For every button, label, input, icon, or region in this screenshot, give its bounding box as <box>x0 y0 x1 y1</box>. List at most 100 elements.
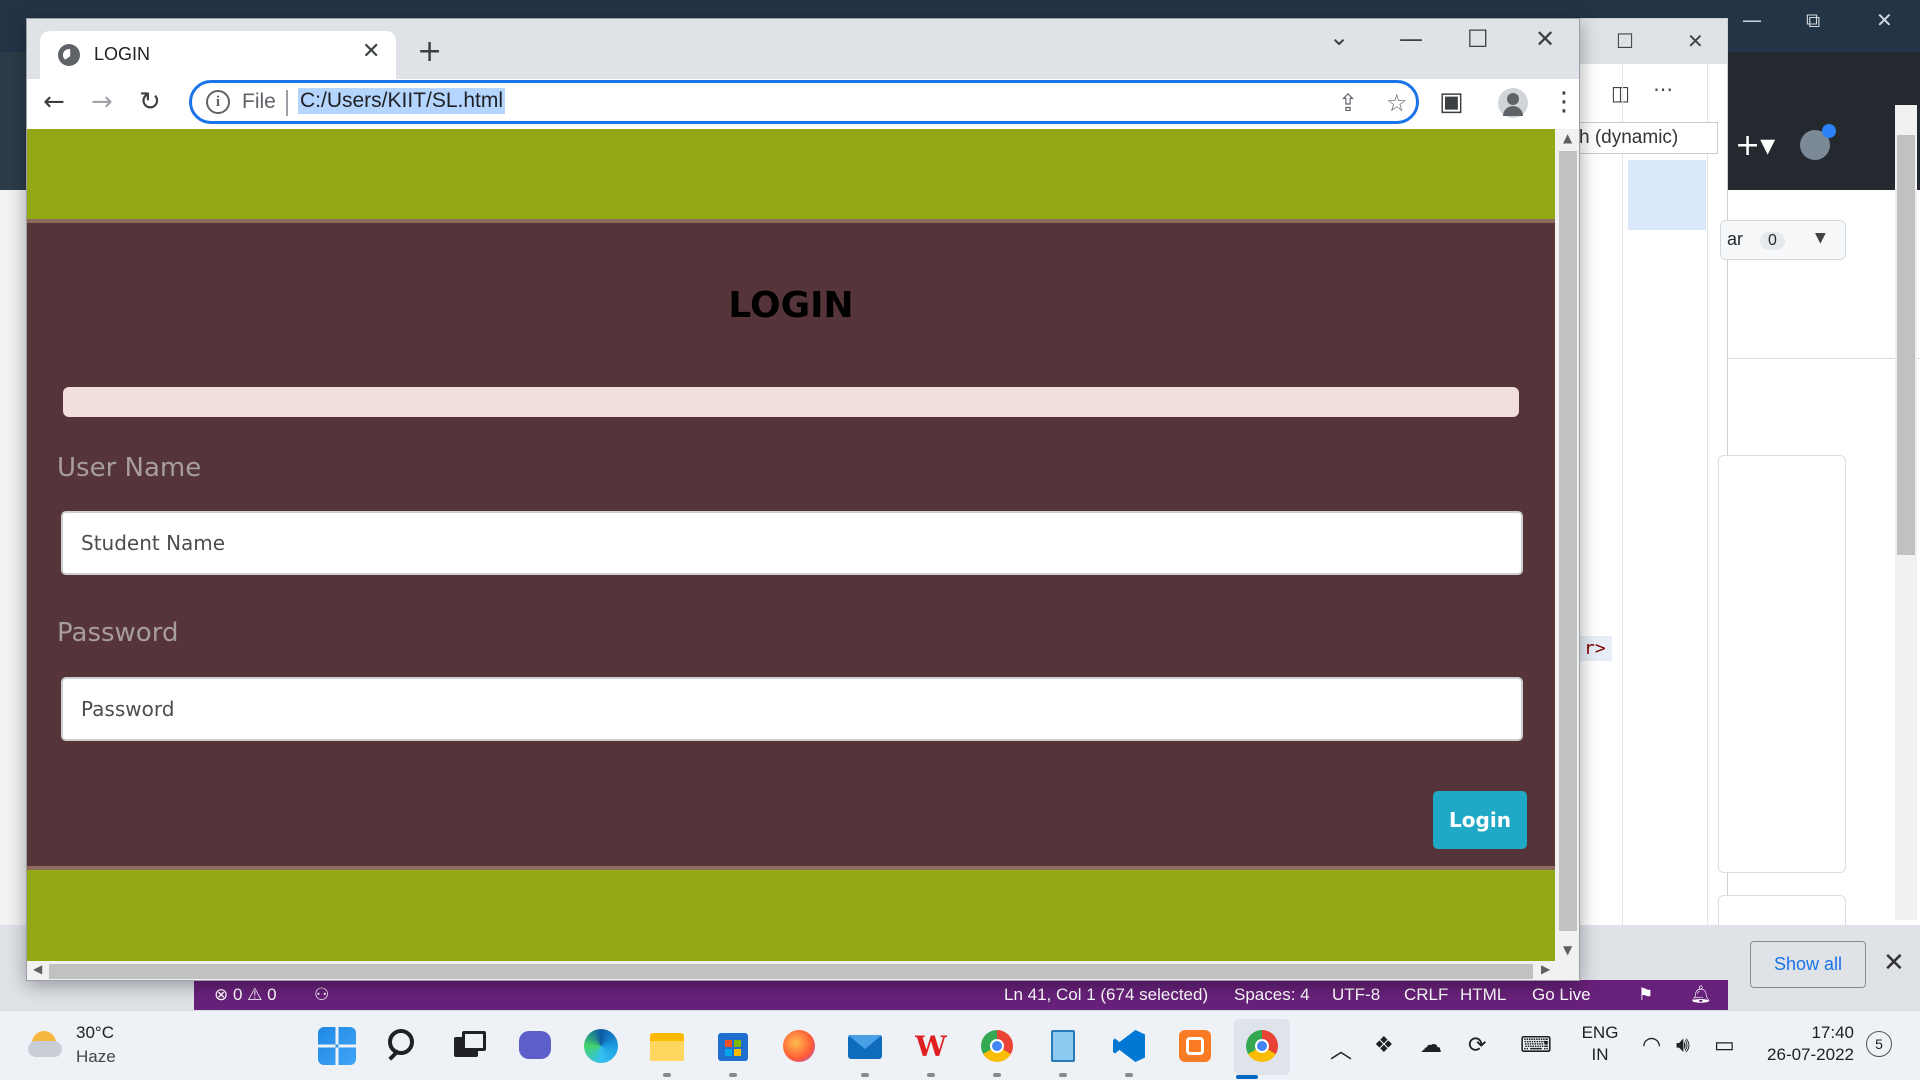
tab-title: LOGIN <box>94 44 151 64</box>
scroll-down-icon[interactable]: ▼ <box>1563 943 1572 957</box>
vscode-icon[interactable] <box>1110 1027 1148 1065</box>
minimize-icon[interactable]: — <box>1399 25 1423 53</box>
create-new-icon[interactable]: +▾ <box>1735 128 1775 163</box>
scroll-left-icon[interactable]: ◀ <box>33 962 42 976</box>
close-icon[interactable]: ✕ <box>1883 948 1905 978</box>
vscode-status-bar: ⊗ 0 ⚠ 0 ⚇ Ln 41, Col 1 (674 selected) Sp… <box>194 980 1728 1010</box>
wifi-icon[interactable]: ◠ <box>1642 1033 1661 1058</box>
keyboard-icon[interactable]: ⌨ <box>1520 1033 1552 1058</box>
feedback-icon[interactable]: ⚑ <box>1638 985 1653 1005</box>
running-indicator <box>729 1073 737 1077</box>
star-label: ar <box>1727 229 1744 249</box>
task-view-icon[interactable] <box>450 1027 488 1065</box>
message-bar <box>63 387 1519 417</box>
share-icon[interactable]: ⇪ <box>1338 89 1358 117</box>
close-icon[interactable]: ✕ <box>1876 8 1893 32</box>
scroll-up-icon[interactable]: ▲ <box>1563 131 1572 145</box>
cursor-position[interactable]: Ln 41, Col 1 (674 selected) <box>1004 985 1208 1005</box>
sync-icon[interactable]: ⟳ <box>1468 1033 1486 1058</box>
scrollbar-thumb[interactable] <box>49 964 1533 979</box>
background-window-edge <box>0 52 26 190</box>
firefox-icon[interactable] <box>780 1027 818 1065</box>
content-card <box>1718 455 1846 873</box>
running-indicator <box>1059 1073 1067 1077</box>
weather-temperature[interactable]: 30°C <box>76 1023 114 1043</box>
broadcast-icon[interactable]: ⚇ <box>314 985 329 1005</box>
active-indicator <box>1236 1075 1258 1079</box>
close-icon[interactable]: ✕ <box>1687 29 1704 53</box>
close-window-icon[interactable]: ✕ <box>1535 25 1555 53</box>
language-mode[interactable]: HTML <box>1460 985 1506 1005</box>
restore-icon[interactable]: ⧉ <box>1806 8 1820 32</box>
notification-badge[interactable]: 5 <box>1866 1031 1892 1057</box>
chevron-up-icon[interactable]: ︿ <box>1330 1033 1352 1065</box>
clock-time[interactable]: 17:40 <box>1764 1023 1854 1043</box>
new-tab-button[interactable]: + <box>417 37 442 67</box>
sidepanel-icon[interactable]: ▣ <box>1439 87 1464 117</box>
bell-icon[interactable]: 🔔︎ <box>1690 985 1712 1005</box>
maximize-icon[interactable]: ☐ <box>1616 29 1634 53</box>
star-button[interactable]: ar 0 <box>1720 220 1846 260</box>
windows-start-icon[interactable] <box>318 1027 356 1065</box>
page-title: LOGIN <box>728 285 854 326</box>
dropbox-icon[interactable]: ❖ <box>1374 1033 1394 1058</box>
weather-condition[interactable]: Haze <box>76 1047 116 1067</box>
maximize-icon[interactable]: ☐ <box>1467 25 1489 53</box>
edge-icon[interactable] <box>582 1027 620 1065</box>
code-fragment: r> <box>1578 636 1612 661</box>
divider <box>1728 358 1920 359</box>
username-input[interactable] <box>61 511 1523 575</box>
forward-icon[interactable]: → <box>91 87 113 117</box>
show-all-button[interactable]: Show all <box>1750 941 1866 988</box>
battery-icon[interactable]: ▭ <box>1714 1033 1735 1058</box>
url-text[interactable]: C:/Users/KIIT/SL.html <box>298 88 506 114</box>
indentation[interactable]: Spaces: 4 <box>1234 985 1310 1005</box>
file-explorer-icon[interactable] <box>648 1027 686 1065</box>
horizontal-scrollbar[interactable]: ◀ ▶ <box>27 961 1579 980</box>
microsoft-store-icon[interactable] <box>714 1027 752 1065</box>
line-ending[interactable]: CRLF <box>1404 985 1448 1005</box>
xampp-icon[interactable] <box>1176 1027 1214 1065</box>
notepad-icon[interactable] <box>1044 1027 1082 1065</box>
address-bar[interactable]: i File C:/Users/KIIT/SL.html ⇪ ☆ <box>189 80 1419 124</box>
password-input[interactable] <box>61 677 1523 741</box>
password-label: Password <box>57 618 179 648</box>
volume-icon[interactable]: 🔊︎ <box>1676 1033 1690 1058</box>
background-window-edge-light <box>0 190 26 925</box>
scrollbar-thumb[interactable] <box>1559 151 1577 931</box>
vscode-dropdown[interactable]: h (dynamic) <box>1570 122 1718 154</box>
login-button[interactable]: Login <box>1433 791 1527 849</box>
minimap-slider[interactable] <box>1628 160 1706 230</box>
language-region[interactable]: IN <box>1580 1045 1620 1065</box>
back-icon[interactable]: ← <box>43 87 65 117</box>
github-titlebar: — ⧉ ✕ ☆ ▣ ⋮ <box>1728 0 1920 94</box>
chrome-icon[interactable] <box>1243 1027 1281 1065</box>
chrome-profile-icon[interactable] <box>978 1027 1016 1065</box>
vertical-scrollbar[interactable]: ▲ ▼ <box>1555 129 1579 961</box>
bookmark-star-icon[interactable]: ☆ <box>1386 89 1408 117</box>
browser-tab[interactable]: LOGIN ✕ <box>40 31 396 79</box>
reload-icon[interactable]: ↻ <box>139 87 161 117</box>
github-header <box>1728 52 1920 190</box>
clock-date[interactable]: 26-07-2022 <box>1754 1045 1854 1065</box>
chevron-down-icon[interactable]: ▼ <box>1815 230 1826 246</box>
minimize-icon[interactable]: — <box>1742 8 1762 32</box>
go-live-button[interactable]: Go Live <box>1532 985 1591 1005</box>
close-tab-icon[interactable]: ✕ <box>362 39 380 64</box>
divider <box>286 90 288 116</box>
weather-icon[interactable] <box>28 1029 62 1059</box>
chrome-menu-icon[interactable]: ⋮ <box>1551 87 1577 117</box>
onedrive-icon[interactable]: ☁ <box>1420 1033 1442 1058</box>
language-indicator[interactable]: ENG <box>1580 1023 1620 1043</box>
scroll-right-icon[interactable]: ▶ <box>1541 962 1550 976</box>
tab-search-icon[interactable]: ⌄ <box>1329 23 1349 51</box>
encoding[interactable]: UTF-8 <box>1332 985 1380 1005</box>
profile-icon[interactable] <box>1498 88 1528 118</box>
mail-icon[interactable] <box>846 1027 884 1065</box>
teams-chat-icon[interactable] <box>516 1027 554 1065</box>
search-icon[interactable] <box>384 1027 422 1065</box>
info-icon[interactable]: i <box>206 90 230 114</box>
wps-office-icon[interactable]: W <box>912 1027 950 1065</box>
scrollbar-thumb[interactable] <box>1897 135 1915 555</box>
problems-indicator[interactable]: ⊗ 0 ⚠ 0 <box>214 985 277 1005</box>
